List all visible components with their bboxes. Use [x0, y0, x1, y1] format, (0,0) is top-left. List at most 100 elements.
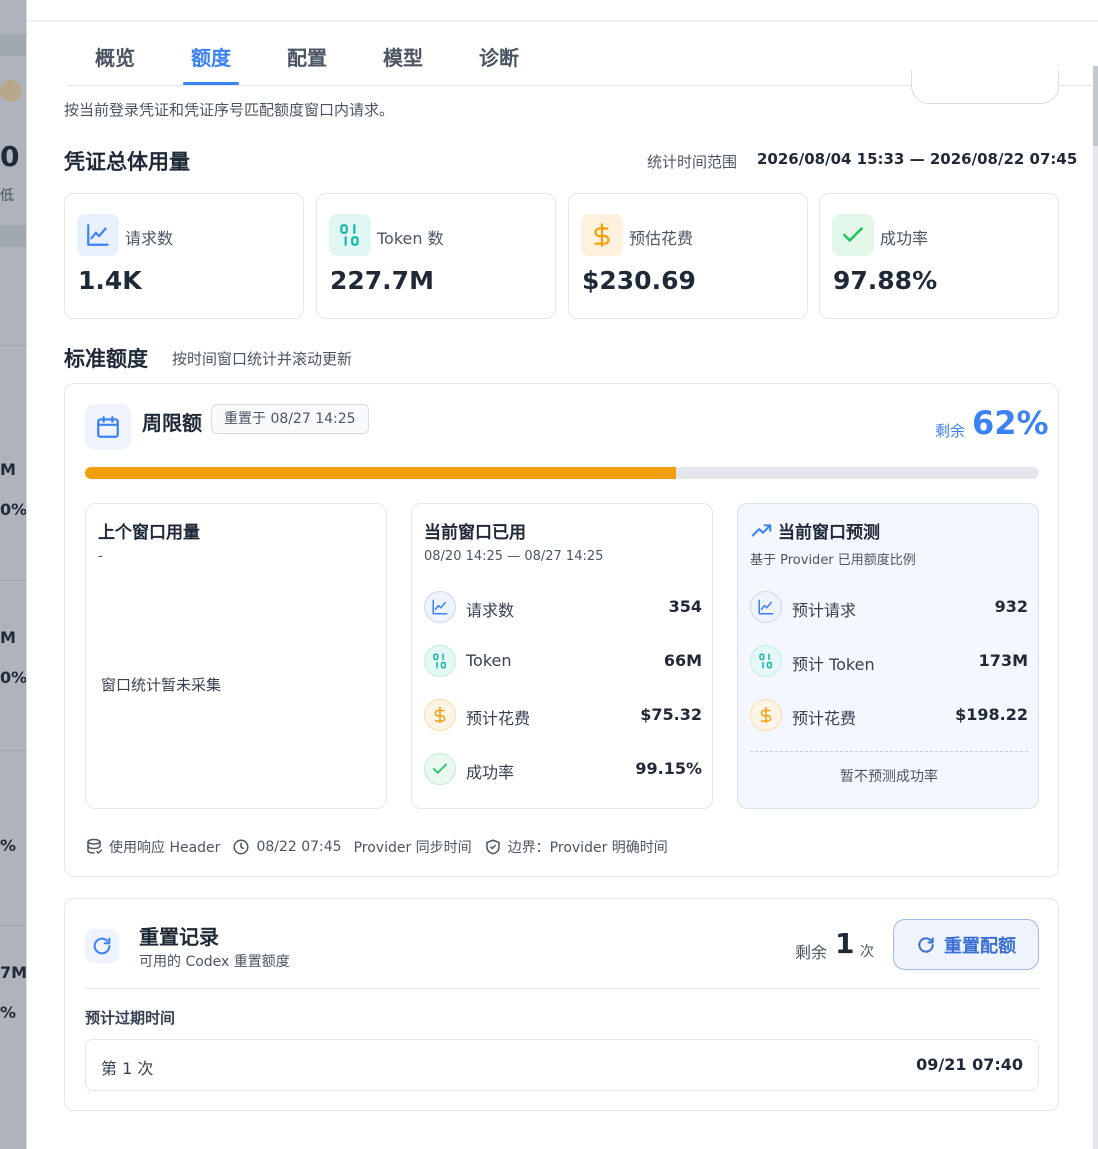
- reset-remain-label: 剩余: [795, 943, 828, 962]
- check-icon: [832, 214, 874, 256]
- current-row-tokens: Token 66M: [424, 645, 702, 679]
- reset-time-chip: 重置于 08/27 14:25: [211, 404, 369, 434]
- stat-value: 1.4K: [78, 266, 142, 295]
- stat-label: 预估花费: [629, 229, 694, 248]
- current-window-title: 当前窗口已用: [424, 523, 526, 543]
- remain-percent: 62%: [972, 404, 1049, 442]
- forecast-window-card: 当前窗口预测 基于 Provider 已用额度比例 预计请求 932 预计 To…: [737, 503, 1039, 809]
- current-row-success: 成功率 99.15%: [424, 753, 702, 787]
- previous-window-title: 上个窗口用量: [98, 523, 200, 543]
- remain-label: 剩余: [935, 422, 966, 440]
- expire-name: 第 1 次: [101, 1059, 154, 1078]
- current-window-card: 当前窗口已用 08/20 14:25 — 08/27 14:25 请求数 354…: [411, 503, 713, 809]
- dollar-icon: [750, 699, 782, 731]
- standard-section-subtitle: 按时间窗口统计并滚动更新: [172, 350, 353, 368]
- previous-window-empty: 窗口统计暂未采集: [101, 676, 222, 694]
- reset-remain-count: 1: [835, 927, 855, 960]
- row-value: $75.32: [640, 705, 702, 724]
- stat-label: 请求数: [125, 229, 174, 248]
- dollar-icon: [424, 699, 456, 731]
- stat-card-tokens: Token 数 227.7M: [316, 193, 556, 319]
- forecast-row-tokens: 预计 Token 173M: [750, 645, 1028, 679]
- database-icon: [87, 838, 103, 854]
- trending-up-icon: [751, 524, 772, 537]
- range-label: 统计时间范围: [647, 153, 738, 171]
- refresh-button-clipped[interactable]: [911, 70, 1059, 104]
- reset-record-subtitle: 可用的 Codex 重置额度: [139, 954, 290, 970]
- stat-value: $230.69: [582, 266, 696, 295]
- reset-divider: [85, 988, 1039, 989]
- binary-icon: [424, 645, 456, 677]
- quota-title: 周限额: [142, 411, 202, 435]
- forecast-window-title: 当前窗口预测: [778, 523, 880, 543]
- row-label: Token: [466, 651, 512, 670]
- row-value: 99.15%: [635, 759, 702, 778]
- modal-overlay[interactable]: [0, 0, 26, 1149]
- row-value: 66M: [663, 651, 702, 670]
- previous-window-card: 上个窗口用量 - 窗口统计暂未采集: [85, 503, 387, 809]
- usage-section-title: 凭证总体用量: [64, 150, 190, 174]
- expire-row: 第 1 次 09/21 07:40: [85, 1039, 1039, 1091]
- tab-overview[interactable]: 概览: [67, 22, 163, 85]
- row-label: 成功率: [466, 763, 515, 782]
- source-text: 使用响应 Header: [109, 840, 221, 856]
- clock-icon: [233, 839, 249, 855]
- tab-diagnostics[interactable]: 诊断: [451, 22, 547, 85]
- tab-quota[interactable]: 额度: [163, 22, 259, 85]
- row-value: $198.22: [955, 705, 1028, 724]
- reset-record-card: 重置记录 可用的 Codex 重置额度 剩余 1 次 重置配额 预计过期时间 第…: [64, 898, 1059, 1111]
- binary-icon: [329, 214, 371, 256]
- boundary-text: 边界：Provider 明确时间: [507, 840, 668, 856]
- range-value: 2026/08/04 15:33 — 2026/08/22 07:45: [757, 150, 1078, 168]
- quota-progress-fill: [85, 467, 677, 479]
- expire-time: 09/21 07:40: [916, 1055, 1023, 1074]
- quota-drawer: 概览 额度 配置 模型 诊断 按当前登录凭证和凭证序号匹配额度窗口内请求。 凭证…: [26, 0, 1098, 1149]
- stat-value: 227.7M: [330, 266, 434, 295]
- sync-time: 08/22 07:45: [256, 839, 342, 855]
- reset-quota-button[interactable]: 重置配额: [893, 919, 1039, 970]
- row-value: 173M: [978, 651, 1028, 670]
- forecast-row-requests: 预计请求 932: [750, 591, 1028, 625]
- current-row-cost: 预计花费 $75.32: [424, 699, 702, 733]
- shield-check-icon: [485, 839, 500, 855]
- expire-label: 预计过期时间: [85, 1009, 176, 1027]
- current-window-range: 08/20 14:25 — 08/27 14:25: [424, 549, 604, 564]
- binary-icon: [750, 645, 782, 677]
- source-meta: 使用响应 Header: [85, 837, 220, 857]
- refresh-icon: [918, 936, 934, 953]
- chart-line-icon: [77, 214, 119, 256]
- row-label: 预计请求: [792, 601, 857, 620]
- stat-card-cost: 预估花费 $230.69: [568, 193, 808, 319]
- current-row-requests: 请求数 354: [424, 591, 702, 625]
- reset-quota-label: 重置配额: [944, 935, 1016, 957]
- row-label: 预计 Token: [792, 655, 875, 674]
- page-description: 按当前登录凭证和凭证序号匹配额度窗口内请求。: [64, 101, 395, 119]
- reset-record-title: 重置记录: [139, 925, 219, 949]
- row-label: 预计花费: [466, 709, 531, 728]
- time-meta: 08/22 07:45 Provider 同步时间: [232, 837, 472, 857]
- quota-progress-bar: [85, 467, 1039, 479]
- stat-label: Token 数: [377, 229, 444, 248]
- refresh-icon: [85, 929, 119, 963]
- row-value: 932: [994, 597, 1028, 616]
- tab-models[interactable]: 模型: [355, 22, 451, 85]
- quota-footer-meta: 使用响应 Header 08/22 07:45 Provider 同步时间 边界…: [85, 835, 680, 859]
- stat-value: 97.88%: [833, 266, 938, 295]
- scrollbar-track[interactable]: [1093, 66, 1098, 1149]
- row-label: 请求数: [466, 601, 515, 620]
- standard-section-title: 标准额度: [64, 347, 148, 371]
- stat-card-requests: 请求数 1.4K: [64, 193, 304, 319]
- chart-line-icon: [424, 591, 456, 623]
- dollar-icon: [581, 214, 623, 256]
- calendar-icon: [85, 404, 131, 450]
- reset-remain-unit: 次: [860, 944, 874, 960]
- stat-card-success: 成功率 97.88%: [819, 193, 1059, 319]
- scrollbar-thumb[interactable]: [1093, 66, 1098, 146]
- forecast-row-cost: 预计花费 $198.22: [750, 699, 1028, 733]
- forecast-note: 暂不预测成功率: [840, 769, 938, 785]
- boundary-meta: 边界：Provider 明确时间: [484, 837, 668, 857]
- chart-line-icon: [750, 591, 782, 623]
- tab-config[interactable]: 配置: [259, 22, 355, 85]
- check-icon: [424, 753, 456, 785]
- row-label: 预计花费: [792, 709, 857, 728]
